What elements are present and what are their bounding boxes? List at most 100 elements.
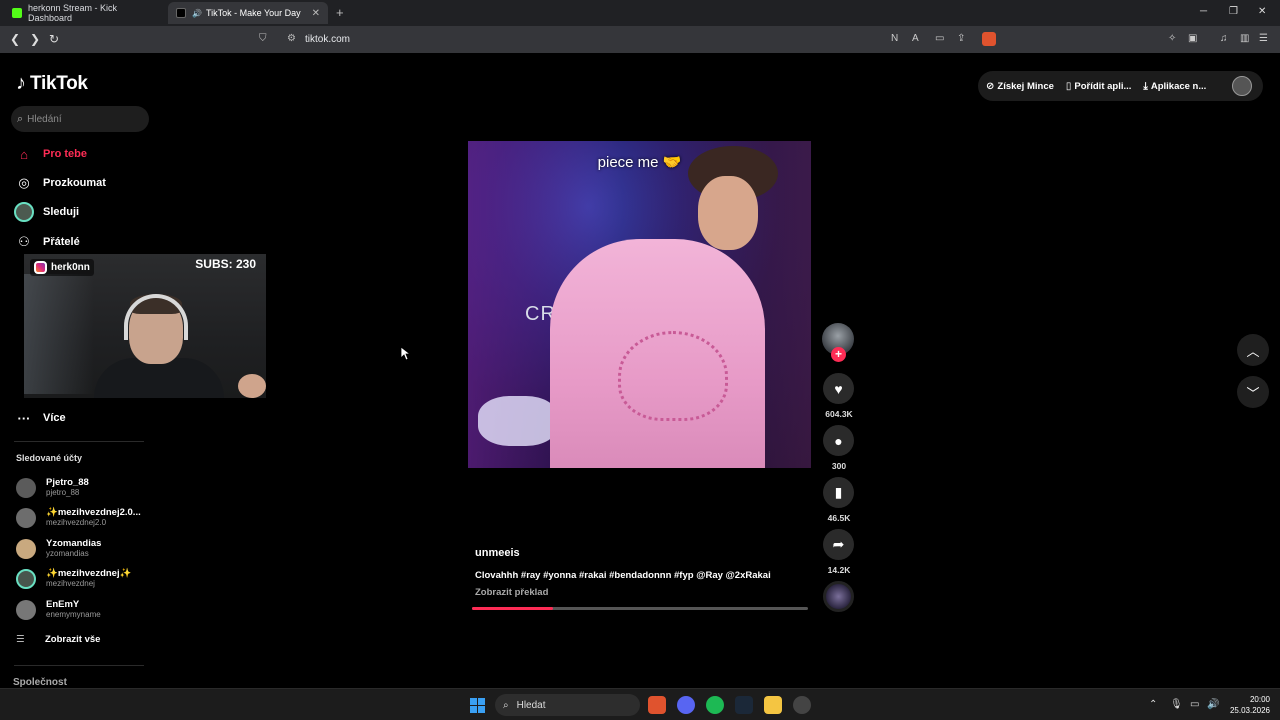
share-icon[interactable]: ⇪	[957, 33, 965, 44]
comment-button[interactable]: ●	[823, 425, 854, 456]
video-shoe	[478, 396, 558, 446]
app-icon[interactable]	[793, 696, 811, 714]
new-tab-icon[interactable]: +	[336, 5, 344, 20]
music-disc[interactable]	[823, 581, 854, 612]
previous-video-button[interactable]: ︿	[1237, 334, 1269, 366]
bookmark-icon: ▮	[834, 484, 843, 500]
video-player[interactable]: CRE piece me 🤝	[468, 141, 811, 468]
tab-kick-dashboard[interactable]: herkonn Stream - Kick Dashboard	[4, 2, 164, 24]
avatar	[16, 477, 36, 498]
taskbar-search[interactable]: ⌕ Hledat	[495, 694, 640, 716]
friends-icon: ⚇	[18, 234, 30, 249]
brave-shields-icon[interactable]	[982, 32, 996, 46]
brave-app-icon[interactable]	[648, 696, 666, 714]
account-name: ✨mezihvezdnej✨	[46, 568, 132, 579]
minimize-icon[interactable]: ─	[1200, 6, 1207, 17]
extensions-icon[interactable]: ✧	[1168, 33, 1176, 44]
nav-following[interactable]: Sleduji	[14, 201, 79, 223]
tab-tiktok[interactable]: 🔊 TikTok - Make Your Day ✕	[168, 2, 328, 24]
cast-icon[interactable]: ▭	[935, 33, 944, 44]
chevron-down-icon: ﹀	[1246, 385, 1260, 401]
tab-search-icon[interactable]: ▣	[1188, 33, 1197, 44]
tiktok-favicon-icon	[176, 8, 186, 18]
save-button[interactable]: ▮	[823, 477, 854, 508]
subs-counter: SUBS: 230	[195, 257, 256, 271]
show-all-button[interactable]: ☰ Zobrazit vše	[16, 634, 100, 645]
account-username: mezihvezdnej2.0	[46, 518, 107, 527]
video-author[interactable]: unmeeis	[475, 547, 520, 559]
video-web-print	[618, 331, 728, 421]
clock-time: 20:00	[1249, 695, 1270, 704]
reload-icon[interactable]: ↻	[49, 32, 59, 46]
followed-account[interactable]: ✨mezihvezdnej2.0... mezihvezdnej2.0	[16, 507, 141, 528]
windows-start-icon[interactable]	[470, 698, 485, 713]
like-count: 604.3K	[825, 409, 853, 419]
tab-label: herkonn Stream - Kick Dashboard	[28, 3, 118, 23]
discord-app-icon[interactable]	[677, 696, 695, 714]
instagram-handle: herk0nn	[51, 262, 90, 273]
file-explorer-icon[interactable]	[764, 696, 782, 714]
search-icon: ⌕	[17, 112, 24, 125]
media-icon[interactable]: ♫	[1220, 33, 1228, 44]
url-field[interactable]: tiktok.com	[305, 34, 350, 45]
search-box[interactable]: ⌕	[11, 106, 149, 132]
nav-more[interactable]: ··· Více	[14, 407, 66, 429]
close-tab-icon[interactable]: ✕	[312, 8, 320, 19]
desktop-app-button[interactable]: ⤓ Aplikace n...	[1143, 81, 1206, 92]
nav-label: Pro tebe	[43, 148, 88, 160]
spotify-app-icon[interactable]	[706, 696, 724, 714]
speaker-icon[interactable]: 🔊	[192, 9, 202, 18]
account-username: yzomandias	[46, 549, 89, 558]
microphone-icon[interactable]: 🎙	[1170, 699, 1183, 710]
desktop-app-label: Aplikace n...	[1150, 80, 1207, 92]
share-arrow-icon: ➦	[832, 536, 845, 552]
no-translate-icon[interactable]: N	[891, 33, 898, 44]
nav-label: Více	[43, 412, 66, 424]
follow-plus-icon[interactable]: +	[831, 347, 846, 362]
search-input[interactable]	[27, 113, 138, 125]
get-app-button[interactable]: ▯ Pořídit apli...	[1066, 81, 1132, 92]
clock-date: 25.03.2026	[1229, 706, 1270, 715]
taskbar-clock[interactable]: 20:00 25.03.2026	[1226, 694, 1270, 716]
account-username: pjetro_88	[46, 488, 80, 497]
get-app-label: Pořídit apli...	[1074, 80, 1132, 92]
display-icon[interactable]: ▭	[1190, 699, 1199, 710]
coin-icon: ⊘	[986, 80, 995, 92]
tray-chevron-up-icon[interactable]: ⌃	[1149, 699, 1157, 710]
translate-icon[interactable]: A	[912, 33, 919, 44]
get-coins-label: Získej Mince	[997, 80, 1054, 92]
restore-icon[interactable]: ❐	[1229, 6, 1238, 17]
profile-avatar[interactable]	[1232, 76, 1252, 96]
get-coins-button[interactable]: ⊘ Získej Mince	[986, 81, 1054, 92]
tiktok-logo[interactable]: ♪ TikTok	[16, 72, 88, 95]
bookmark-icon[interactable]: ⛉	[259, 33, 267, 44]
nav-friends[interactable]: ⚇ Přátelé	[14, 231, 80, 253]
close-window-icon[interactable]: ✕	[1258, 6, 1266, 17]
tab-label: TikTok - Make Your Day	[205, 8, 301, 18]
volume-icon[interactable]: 🔊	[1207, 699, 1219, 710]
like-button[interactable]: ♥	[823, 373, 854, 404]
menu-icon[interactable]: ☰	[1259, 33, 1268, 44]
video-progress-bar[interactable]	[472, 607, 808, 610]
steam-app-icon[interactable]	[735, 696, 753, 714]
avatar	[16, 568, 36, 589]
show-translation-button[interactable]: Zobrazit překlad	[475, 587, 548, 598]
address-bar: ❮ ❯ ↻ ⛉ ⚙ tiktok.com N A ▭ ⇪ ✧ ▣ ♫ ▥ ☰	[0, 26, 1280, 53]
followed-account[interactable]: ✨mezihvezdnej✨ mezihvezdnej	[16, 568, 131, 589]
back-icon[interactable]: ❮	[10, 32, 20, 46]
divider	[14, 665, 144, 666]
followed-accounts-title: Sledované účty	[16, 453, 83, 463]
nav-for-you[interactable]: ⌂ Pro tebe	[14, 143, 87, 165]
followed-account[interactable]: Yzomandias yzomandias	[16, 538, 101, 559]
sidebar-icon[interactable]: ▥	[1240, 33, 1249, 44]
followed-account[interactable]: EnEmY enemymyname	[16, 599, 101, 620]
nav-explore[interactable]: ◎ Prozkoumat	[14, 172, 106, 194]
site-info-icon[interactable]: ⚙	[287, 33, 296, 44]
avatar	[16, 599, 36, 620]
forward-icon[interactable]: ❯	[30, 32, 40, 46]
next-video-button[interactable]: ﹀	[1237, 376, 1269, 408]
account-username: enemymyname	[46, 610, 101, 619]
followed-account[interactable]: Pjetro_88 pjetro_88	[16, 477, 89, 498]
nav-label: Sleduji	[43, 206, 80, 218]
share-button[interactable]: ➦	[823, 529, 854, 560]
